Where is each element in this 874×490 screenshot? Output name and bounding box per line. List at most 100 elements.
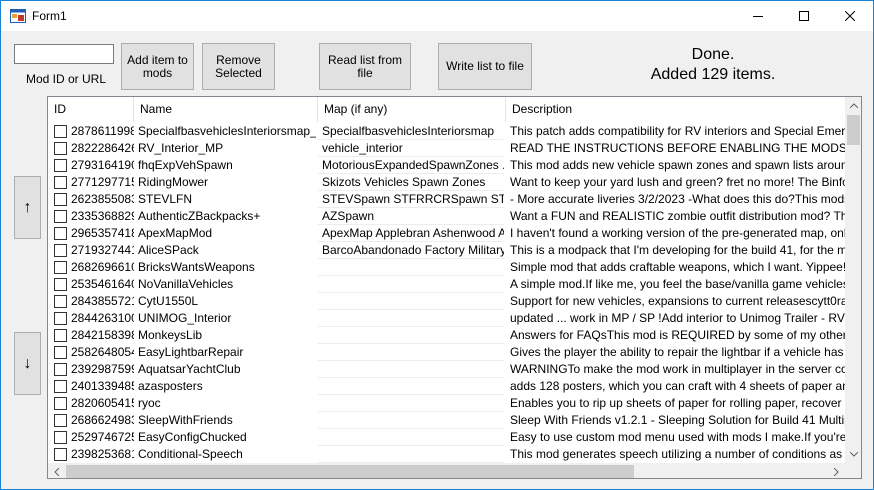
row-checkbox[interactable] — [54, 380, 67, 393]
minimize-button[interactable] — [735, 1, 781, 31]
row-checkbox[interactable] — [54, 363, 67, 376]
table-row[interactable]: 2844263100 UNIMOG_Interior updated ... wor… — [48, 310, 845, 327]
column-header-map[interactable]: Map (if any) — [318, 97, 506, 122]
column-header-description[interactable]: Description — [506, 97, 845, 122]
scroll-left-arrow-icon[interactable] — [48, 463, 65, 478]
table-row[interactable]: 2822286426 RV_Interior_MP vehicle_interior… — [48, 140, 845, 157]
row-description: Enables you to rip up sheets of paper fo… — [510, 396, 845, 410]
row-id-cell[interactable]: 2793164190 — [48, 157, 134, 174]
row-description: This mod adds new vehicle spawn zones an… — [510, 158, 845, 172]
row-id-cell[interactable]: 2335368829 — [48, 208, 134, 225]
table-row[interactable]: 2392987599 AquatsarYachtClub WARNINGTo mak… — [48, 361, 845, 378]
move-down-button[interactable]: ↓ — [14, 332, 41, 395]
row-name: ryoc — [138, 396, 161, 410]
table-row[interactable]: 2682696610 BricksWantsWeapons Simple mod t… — [48, 259, 845, 276]
read-list-button[interactable]: Read list from file — [319, 43, 411, 90]
column-header-name[interactable]: Name — [134, 97, 318, 122]
row-map — [318, 310, 504, 327]
row-id-cell[interactable]: 2822286426 — [48, 140, 134, 157]
close-button[interactable] — [827, 1, 873, 31]
row-id-cell[interactable]: 2771297715 — [48, 174, 134, 191]
row-checkbox[interactable] — [54, 414, 67, 427]
table-row[interactable]: 2582648054 EasyLightbarRepair Gives the pl… — [48, 344, 845, 361]
table-row[interactable]: 2686624983 SleepWithFriends Sleep With Fri… — [48, 412, 845, 429]
row-id-cell[interactable]: 2623855083 — [48, 191, 134, 208]
row-id: 2719327441 — [71, 243, 134, 257]
row-checkbox[interactable] — [54, 329, 67, 342]
row-id-cell[interactable]: 2401339485 — [48, 378, 134, 395]
row-id-cell[interactable]: 2582648054 — [48, 344, 134, 361]
row-checkbox[interactable] — [54, 278, 67, 291]
table-row[interactable]: 2623855083 STEVLFN STEVSpawn STFRRCRSpawn … — [48, 191, 845, 208]
vertical-scroll-thumb[interactable] — [847, 115, 860, 145]
row-map: vehicle_interior — [318, 140, 504, 157]
row-id-cell[interactable]: 2843855721 — [48, 293, 134, 310]
vertical-scrollbar[interactable] — [845, 97, 861, 463]
column-header-id[interactable]: ID — [48, 97, 134, 122]
row-id-cell[interactable]: 2719327441 — [48, 242, 134, 259]
row-checkbox[interactable] — [54, 210, 67, 223]
add-item-button[interactable]: Add item to mods — [121, 43, 194, 90]
horizontal-scrollbar[interactable] — [48, 463, 845, 478]
table-row[interactable]: 2529746725 EasyConfigChucked Easy to use c… — [48, 429, 845, 446]
horizontal-scroll-thumb[interactable] — [66, 465, 634, 478]
table-row[interactable]: 2335368829 AuthenticZBackpacks+ AZSpawn Wan… — [48, 208, 845, 225]
mods-list[interactable]: ID Name Map (if any) Description 2878611… — [47, 96, 862, 479]
row-checkbox[interactable] — [54, 448, 67, 461]
row-checkbox[interactable] — [54, 159, 67, 172]
row-id: 2529746725 — [71, 430, 134, 444]
row-id-cell[interactable]: 2682696610 — [48, 259, 134, 276]
scroll-right-arrow-icon[interactable] — [828, 463, 845, 478]
table-row[interactable]: 2719327441 AliceSPack BarcoAbandonado Fact… — [48, 242, 845, 259]
scroll-up-arrow-icon[interactable] — [845, 97, 861, 114]
table-row[interactable]: 2771297715 RidingMower Skizots Vehicles Sp… — [48, 174, 845, 191]
row-checkbox[interactable] — [54, 397, 67, 410]
table-row[interactable]: 2535461640 NoVanillaVehicles A simple mod.… — [48, 276, 845, 293]
table-row[interactable]: 2878611998 SpecialfbasvehiclesInteriorsma… — [48, 123, 845, 140]
row-checkbox[interactable] — [54, 431, 67, 444]
row-description: This patch adds compatibility for RV int… — [510, 124, 845, 138]
row-id-cell[interactable]: 2878611998 — [48, 123, 134, 140]
table-row[interactable]: 2843855721 CytU1550L Support for new vehic… — [48, 293, 845, 310]
table-row[interactable]: 2820605415 ryoc Enables you to rip up shee… — [48, 395, 845, 412]
row-checkbox[interactable] — [54, 125, 67, 138]
row-name: AquatsarYachtClub — [138, 362, 241, 376]
minimize-icon — [753, 16, 763, 17]
row-name: NoVanillaVehicles — [138, 277, 234, 291]
row-checkbox[interactable] — [54, 227, 67, 240]
row-checkbox[interactable] — [54, 261, 67, 274]
write-list-button[interactable]: Write list to file — [438, 43, 532, 90]
row-id-cell[interactable]: 2686624983 — [48, 412, 134, 429]
row-checkbox[interactable] — [54, 312, 67, 325]
row-id-cell[interactable]: 2842158398 — [48, 327, 134, 344]
row-description: Answers for FAQsThis mod is REQUIRED by … — [510, 328, 845, 342]
table-row[interactable]: 2401339485 azasposters adds 128 posters, w… — [48, 378, 845, 395]
row-id-cell[interactable]: 2392987599 — [48, 361, 134, 378]
table-row[interactable]: 2842158398 MonkeysLib Answers for FAQsThis… — [48, 327, 845, 344]
row-id-cell[interactable]: 2820605415 — [48, 395, 134, 412]
row-checkbox[interactable] — [54, 244, 67, 257]
row-checkbox[interactable] — [54, 176, 67, 189]
table-row[interactable]: 2398253681 Conditional-Speech This mod gen… — [48, 446, 845, 463]
row-id-cell[interactable]: 2535461640 — [48, 276, 134, 293]
row-name: SleepWithFriends — [138, 413, 233, 427]
mod-id-input[interactable] — [14, 44, 114, 64]
maximize-button[interactable] — [781, 1, 827, 31]
row-id-cell[interactable]: 2844263100 — [48, 310, 134, 327]
row-checkbox[interactable] — [54, 346, 67, 359]
title-bar[interactable]: Form1 — [1, 1, 873, 31]
remove-selected-button[interactable]: Remove Selected — [202, 43, 275, 90]
row-id-cell[interactable]: 2529746725 — [48, 429, 134, 446]
row-checkbox[interactable] — [54, 295, 67, 308]
row-name: RidingMower — [138, 175, 209, 189]
table-row[interactable]: 2965357418 ApexMapMod ApexMap Applebran As… — [48, 225, 845, 242]
row-checkbox[interactable] — [54, 193, 67, 206]
row-id-cell[interactable]: 2965357418 — [48, 225, 134, 242]
scroll-down-arrow-icon[interactable] — [845, 446, 861, 463]
row-description: Simple mod that adds craftable weapons, … — [510, 260, 845, 274]
row-map — [318, 293, 504, 310]
table-row[interactable]: 2793164190 fhqExpVehSpawn MotoriousExpande… — [48, 157, 845, 174]
row-id-cell[interactable]: 2398253681 — [48, 446, 134, 463]
row-checkbox[interactable] — [54, 142, 67, 155]
move-up-button[interactable]: ↑ — [14, 176, 41, 239]
